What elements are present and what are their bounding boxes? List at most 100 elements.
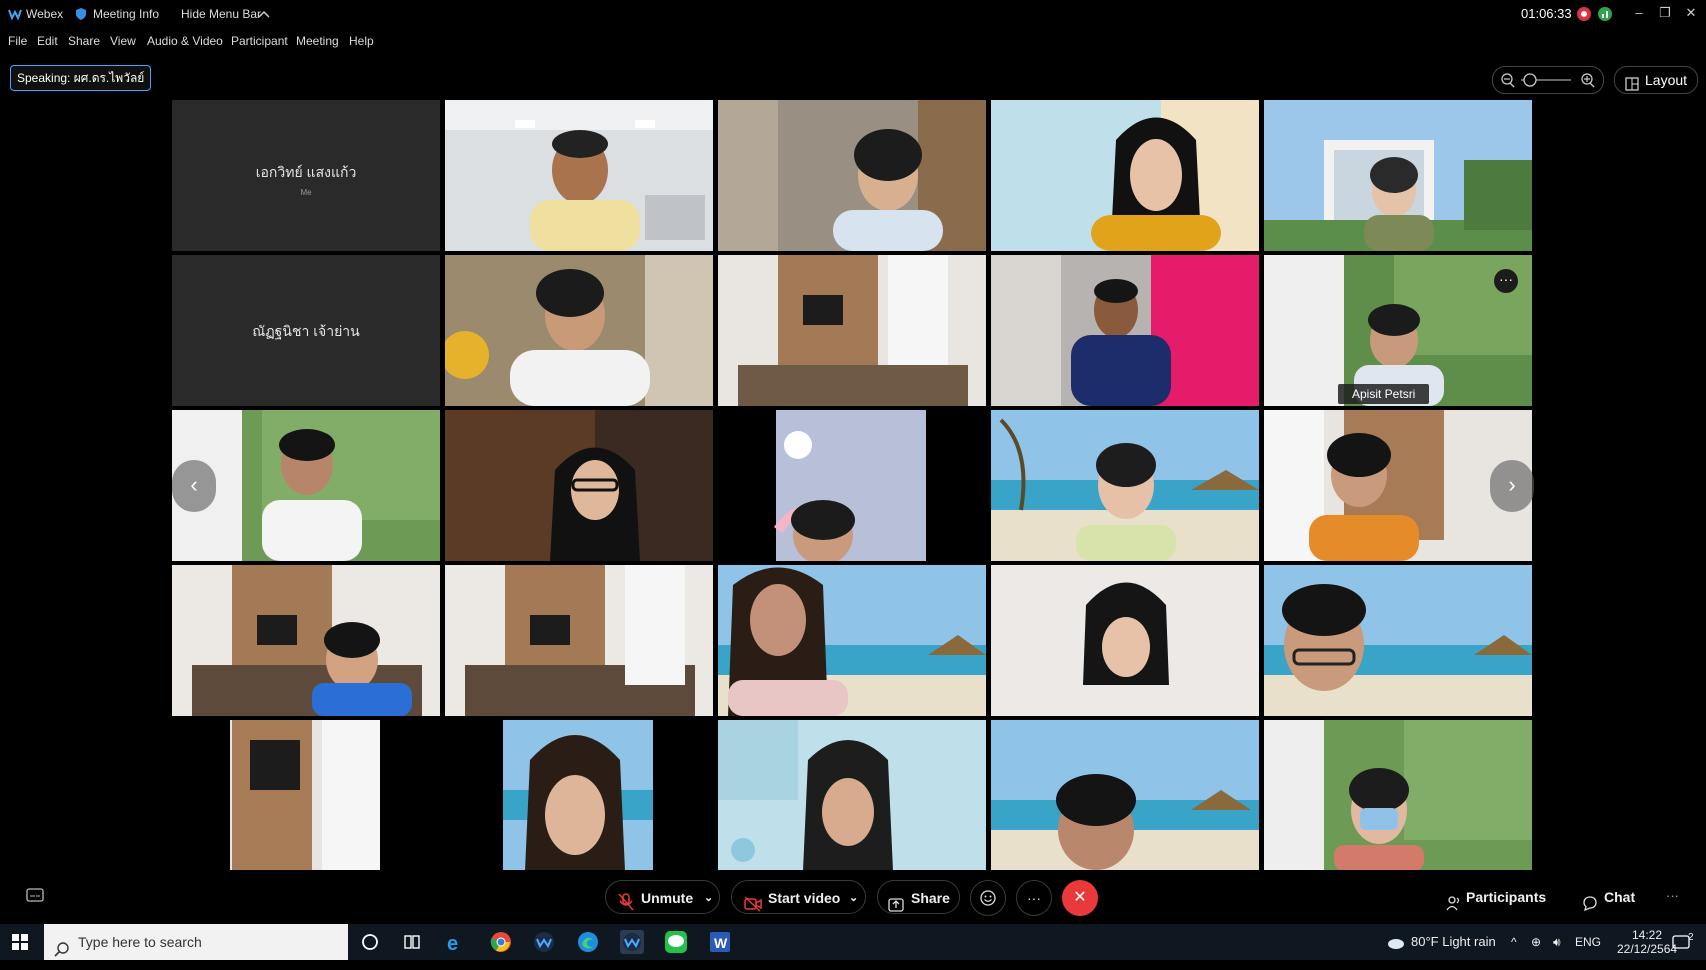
chevron-down-icon[interactable]: ⌄	[849, 881, 858, 915]
meeting-timer: 01:06:33	[1521, 6, 1572, 21]
emoji-icon	[979, 890, 997, 910]
video-tile[interactable]	[991, 100, 1259, 251]
self-participant-name: เอกวิทย์ แสงแก้ว	[255, 164, 357, 180]
minimize-icon[interactable]: –	[1626, 0, 1652, 26]
taskbar-search-box[interactable]: Type here to search	[44, 924, 348, 960]
weather-icon[interactable]	[1386, 924, 1406, 960]
chat-label: Chat	[1604, 889, 1636, 905]
video-tile[interactable]	[991, 720, 1259, 871]
webex-logo-icon	[8, 0, 22, 28]
word-icon[interactable]: W	[708, 930, 732, 954]
menu-edit[interactable]: Edit	[37, 28, 58, 54]
clock[interactable]: 14:22 22/12/2564	[1617, 928, 1677, 964]
title-bar: Webex Meeting Info Hide Menu Bar 01:06:3…	[0, 0, 1706, 28]
chevron-up-icon[interactable]: ^	[1511, 924, 1517, 960]
meeting-info-button[interactable]: Meeting Info	[93, 0, 159, 28]
start-video-label: Start video	[768, 890, 841, 906]
layout-label: Layout	[1645, 72, 1688, 88]
menu-view[interactable]: View	[110, 28, 136, 54]
video-tile[interactable]	[172, 565, 440, 716]
participant-name-label: Apisit Petsri	[1338, 384, 1430, 404]
video-tile[interactable]	[445, 255, 713, 406]
menu-share[interactable]: Share	[68, 28, 100, 54]
participant-name: ณัฏฐนิชา เจ้าย่าน	[252, 323, 360, 339]
video-tile[interactable]	[445, 100, 713, 251]
close-icon[interactable]: ✕	[1678, 0, 1704, 26]
meeting-controls-bar: Unmute ⌄ Start video ⌄ Share ··· ✕ Parti…	[0, 870, 1706, 924]
chevron-right-icon: ›	[1508, 472, 1516, 497]
menu-audio-video[interactable]: Audio & Video	[147, 28, 223, 54]
menu-bar: File Edit Share View Audio & Video Parti…	[0, 28, 1706, 54]
overflow-menu-button[interactable]: ···	[1666, 888, 1679, 903]
video-tile[interactable]	[991, 565, 1259, 716]
self-name-tile[interactable]: เอกวิทย์ แสงแก้ว Me	[172, 100, 440, 251]
video-tile[interactable]	[172, 720, 440, 871]
participants-icon	[1446, 889, 1462, 923]
captions-icon[interactable]	[26, 888, 44, 907]
cortana-icon[interactable]	[358, 930, 382, 954]
end-meeting-button[interactable]: ✕	[1062, 880, 1098, 916]
video-tile[interactable]	[718, 565, 986, 716]
video-tile[interactable]	[991, 410, 1259, 561]
edge-icon[interactable]	[576, 930, 600, 954]
video-tile[interactable]	[718, 410, 986, 561]
hide-menu-bar-button[interactable]: Hide Menu Bar	[181, 0, 261, 28]
task-view-icon[interactable]	[400, 930, 424, 954]
windows-start-icon[interactable]	[12, 934, 28, 955]
video-tile[interactable]	[445, 410, 713, 561]
menu-file[interactable]: File	[8, 28, 27, 54]
zoom-control[interactable]	[1492, 66, 1604, 94]
weather-status[interactable]: 80°F Light rain	[1411, 924, 1496, 960]
video-off-icon	[744, 890, 762, 924]
video-tile[interactable]	[1264, 565, 1532, 716]
previous-page-button[interactable]: ‹	[172, 460, 216, 512]
video-tile[interactable]	[718, 720, 986, 871]
speaking-indicator: Speaking: ผศ.ดร.ไพวัลย์	[10, 65, 152, 91]
share-button[interactable]: Share	[877, 880, 960, 914]
video-tile[interactable]	[445, 720, 713, 871]
chevron-up-icon[interactable]	[258, 0, 270, 28]
network-status-icon	[1597, 0, 1613, 28]
windows-taskbar: Type here to search e W 80°F Light rain …	[0, 924, 1706, 960]
video-tile[interactable]	[1264, 720, 1532, 871]
start-video-button[interactable]: Start video ⌄	[731, 880, 866, 914]
tile-more-options-button[interactable]: ···	[1494, 269, 1518, 293]
participant-name-tile[interactable]: ณัฏฐนิชา เจ้าย่าน	[172, 255, 440, 406]
menu-help[interactable]: Help	[349, 28, 374, 54]
unmute-label: Unmute	[641, 890, 694, 906]
layout-button[interactable]: Layout	[1614, 66, 1698, 94]
svg-text:W: W	[714, 935, 728, 951]
next-page-button[interactable]: ›	[1490, 460, 1534, 512]
share-screen-icon	[888, 890, 904, 924]
video-tile[interactable]	[445, 565, 713, 716]
webex-meeting-icon[interactable]	[620, 930, 644, 954]
video-tile[interactable]	[718, 255, 986, 406]
participants-label: Participants	[1466, 889, 1547, 905]
zoom-out-icon	[1501, 73, 1515, 88]
chevron-down-icon[interactable]: ⌄	[704, 881, 713, 915]
restore-icon[interactable]: ❐	[1652, 0, 1678, 26]
muted-mic-icon	[618, 889, 634, 923]
video-tile[interactable]	[1264, 100, 1532, 251]
chevron-left-icon: ‹	[190, 472, 198, 497]
menu-meeting[interactable]: Meeting	[296, 28, 339, 54]
volume-icon[interactable]: 🔊︎	[1553, 924, 1561, 960]
input-language[interactable]: ENG	[1575, 924, 1601, 960]
video-tile[interactable]	[718, 100, 986, 251]
chrome-icon[interactable]	[489, 930, 513, 954]
zoom-slider-thumb	[1523, 73, 1537, 87]
unmute-button[interactable]: Unmute ⌄	[605, 880, 720, 914]
network-icon[interactable]: ⊕	[1531, 924, 1541, 960]
video-tile[interactable]: ··· Apisit Petsri	[1264, 255, 1532, 406]
menu-participant[interactable]: Participant	[231, 28, 288, 54]
chat-icon	[1582, 889, 1598, 923]
line-app-icon[interactable]	[664, 930, 688, 954]
webex-app-icon[interactable]	[532, 930, 556, 954]
video-grid: เอกวิทย์ แสงแก้ว Me ณัฏฐนิชา เจ้าย่าน ··…	[172, 100, 1534, 871]
internet-explorer-icon[interactable]: e	[444, 930, 468, 955]
app-title: Webex	[26, 7, 64, 21]
close-icon: ✕	[1073, 889, 1087, 906]
more-options-button[interactable]: ···	[1016, 880, 1052, 916]
video-tile[interactable]	[991, 255, 1259, 406]
reactions-button[interactable]	[970, 880, 1006, 916]
